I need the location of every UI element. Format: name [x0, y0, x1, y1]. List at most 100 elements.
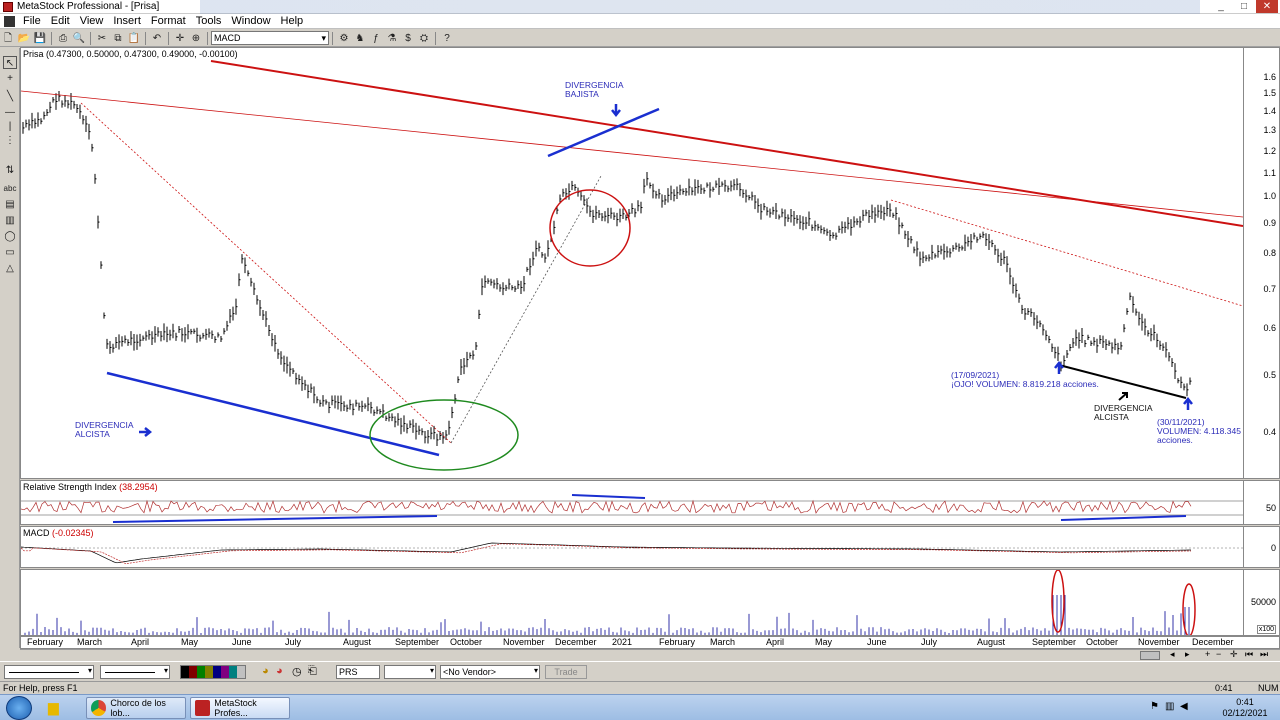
- macd-canvas[interactable]: [21, 527, 1243, 567]
- volume-canvas[interactable]: [21, 570, 1243, 635]
- tray-volume-icon[interactable]: ◀: [1180, 701, 1188, 712]
- save-icon[interactable]: 💾: [33, 32, 47, 45]
- toolbar-separator: [145, 31, 146, 45]
- regression-tool-icon[interactable]: ▥: [3, 214, 17, 227]
- buy-arrow-tool-icon[interactable]: ⇅: [3, 164, 17, 177]
- line-weight-select[interactable]: ▾: [100, 665, 170, 679]
- context-help-icon[interactable]: ?: [440, 32, 454, 45]
- symbol-input[interactable]: PRS: [336, 665, 380, 679]
- color-swatch[interactable]: [237, 666, 245, 678]
- explorer-icon[interactable]: ⚙: [337, 32, 351, 45]
- pointer-tool-icon[interactable]: ↖: [3, 56, 17, 69]
- menu-view[interactable]: View: [75, 15, 109, 27]
- rsi-panel[interactable]: Relative Strength Index (38.2954) 50: [20, 480, 1280, 525]
- first-page-icon[interactable]: ⏮: [1245, 649, 1253, 660]
- menu-insert[interactable]: Insert: [108, 15, 146, 27]
- minimize-button[interactable]: _: [1210, 0, 1232, 13]
- color-palette[interactable]: [180, 665, 246, 679]
- y-tick-label: 1.6: [1263, 72, 1276, 82]
- color-swatch[interactable]: [213, 666, 221, 678]
- bullish-divergence-right-label: DIVERGENCIA ALCISTA: [1094, 404, 1153, 422]
- taskbar-chrome[interactable]: Chorco de los lob...: [86, 697, 186, 719]
- print-icon[interactable]: ⎙: [56, 32, 70, 45]
- crosshair-tool-icon[interactable]: +: [3, 72, 17, 85]
- copy-icon[interactable]: ⧉: [111, 32, 125, 45]
- indicator-select[interactable]: MACD ▾: [211, 31, 329, 45]
- background-color-icon[interactable]: ◕: [276, 665, 283, 677]
- pan-icon[interactable]: ✛: [1230, 649, 1238, 660]
- snapshot-icon[interactable]: ⎗: [308, 665, 317, 678]
- date-label: November: [1138, 637, 1180, 647]
- paste-icon[interactable]: 📋: [127, 32, 141, 45]
- rectangle-tool-icon[interactable]: ▭: [3, 246, 17, 259]
- clock-icon[interactable]: ◷: [292, 665, 302, 678]
- chevron-down-icon: ▾: [87, 666, 92, 675]
- date-label: March: [77, 637, 103, 647]
- zoom-in-icon[interactable]: +: [1205, 649, 1210, 659]
- periodicity-select[interactable]: ▾: [384, 665, 436, 679]
- channel-tool-icon[interactable]: ▤: [3, 198, 17, 211]
- binoculars-icon[interactable]: ⛭: [417, 32, 431, 45]
- menu-help[interactable]: Help: [276, 15, 309, 27]
- toolbar-separator: [207, 31, 208, 45]
- volume-y-axis: 50000 x100: [1243, 570, 1279, 635]
- menu-tools[interactable]: Tools: [191, 15, 227, 27]
- print-preview-icon[interactable]: 🔍: [72, 32, 86, 45]
- chart-color-icon[interactable]: ◕: [262, 665, 269, 677]
- horizontal-line-tool-icon[interactable]: —: [3, 106, 17, 119]
- color-swatch[interactable]: [229, 666, 237, 678]
- price-chart-canvas[interactable]: [21, 48, 1243, 478]
- color-swatch[interactable]: [197, 666, 205, 678]
- file-explorer-icon[interactable]: ▆: [48, 699, 59, 716]
- expert-advisor-icon[interactable]: ♞: [353, 32, 367, 45]
- last-page-icon[interactable]: ⏭: [1260, 649, 1268, 660]
- rsi-canvas[interactable]: [21, 481, 1243, 524]
- menu-window[interactable]: Window: [226, 15, 275, 27]
- close-button[interactable]: ✕: [1256, 0, 1278, 13]
- tray-network-icon[interactable]: ▥: [1165, 701, 1174, 712]
- trendline-tool-icon[interactable]: ╲: [3, 90, 17, 103]
- line-style-select[interactable]: ▾: [4, 665, 94, 679]
- color-swatch[interactable]: [189, 666, 197, 678]
- start-button[interactable]: [6, 696, 32, 720]
- color-swatch[interactable]: [205, 666, 213, 678]
- system-clock[interactable]: 0:41 02/12/2021: [1216, 697, 1274, 719]
- menu-bar: File Edit View Insert Format Tools Windo…: [0, 14, 1280, 29]
- price-chart-panel[interactable]: Prisa (0.47300, 0.50000, 0.47300, 0.4900…: [20, 47, 1280, 479]
- crosshair-icon[interactable]: ✛: [173, 32, 187, 45]
- system-tester-icon[interactable]: ⚗: [385, 32, 399, 45]
- zoom-out-icon[interactable]: −: [1216, 649, 1221, 659]
- menu-edit[interactable]: Edit: [46, 15, 75, 27]
- menu-format[interactable]: Format: [146, 15, 191, 27]
- cut-icon[interactable]: ✂: [95, 32, 109, 45]
- taskbar-metastock[interactable]: MetaStock Profes...: [190, 697, 290, 719]
- blue-down-arrow: [611, 104, 621, 118]
- rsi-divergence-line-top: [571, 494, 646, 499]
- scroll-thumb[interactable]: [1140, 651, 1160, 660]
- open-icon[interactable]: 📂: [17, 32, 31, 45]
- line-weight-preview: [105, 672, 155, 673]
- fibonacci-tool-icon[interactable]: ⋮: [3, 134, 17, 147]
- color-swatch[interactable]: [181, 666, 189, 678]
- volume-panel[interactable]: 50000 x100: [20, 569, 1280, 636]
- new-icon[interactable]: 🗋: [1, 32, 15, 45]
- menu-file[interactable]: File: [18, 15, 46, 27]
- money-icon[interactable]: $: [401, 32, 415, 45]
- vertical-line-tool-icon[interactable]: |: [3, 120, 17, 133]
- maximize-button[interactable]: □: [1233, 0, 1255, 13]
- text-tool-icon[interactable]: abc: [3, 182, 17, 195]
- macd-panel[interactable]: MACD (-0.02345) 0: [20, 526, 1280, 568]
- tray-flag-icon[interactable]: ⚑: [1150, 701, 1159, 712]
- chrome-icon: [91, 700, 107, 716]
- undo-icon[interactable]: ↶: [150, 32, 164, 45]
- vendor-select[interactable]: <No Vendor> ▾: [440, 665, 540, 679]
- chart-scrollbar[interactable]: ◂ ▸ + − ✛ ⏮ ⏭: [20, 649, 1280, 661]
- trade-button[interactable]: Trade: [545, 665, 587, 679]
- scroll-right-icon[interactable]: ▸: [1185, 649, 1190, 660]
- zoom-icon[interactable]: ⊕: [189, 32, 203, 45]
- ellipse-tool-icon[interactable]: ◯: [3, 230, 17, 243]
- triangle-tool-icon[interactable]: △: [3, 262, 17, 275]
- indicator-builder-icon[interactable]: ƒ: [369, 32, 383, 45]
- color-swatch[interactable]: [221, 666, 229, 678]
- scroll-left-icon[interactable]: ◂: [1170, 649, 1175, 660]
